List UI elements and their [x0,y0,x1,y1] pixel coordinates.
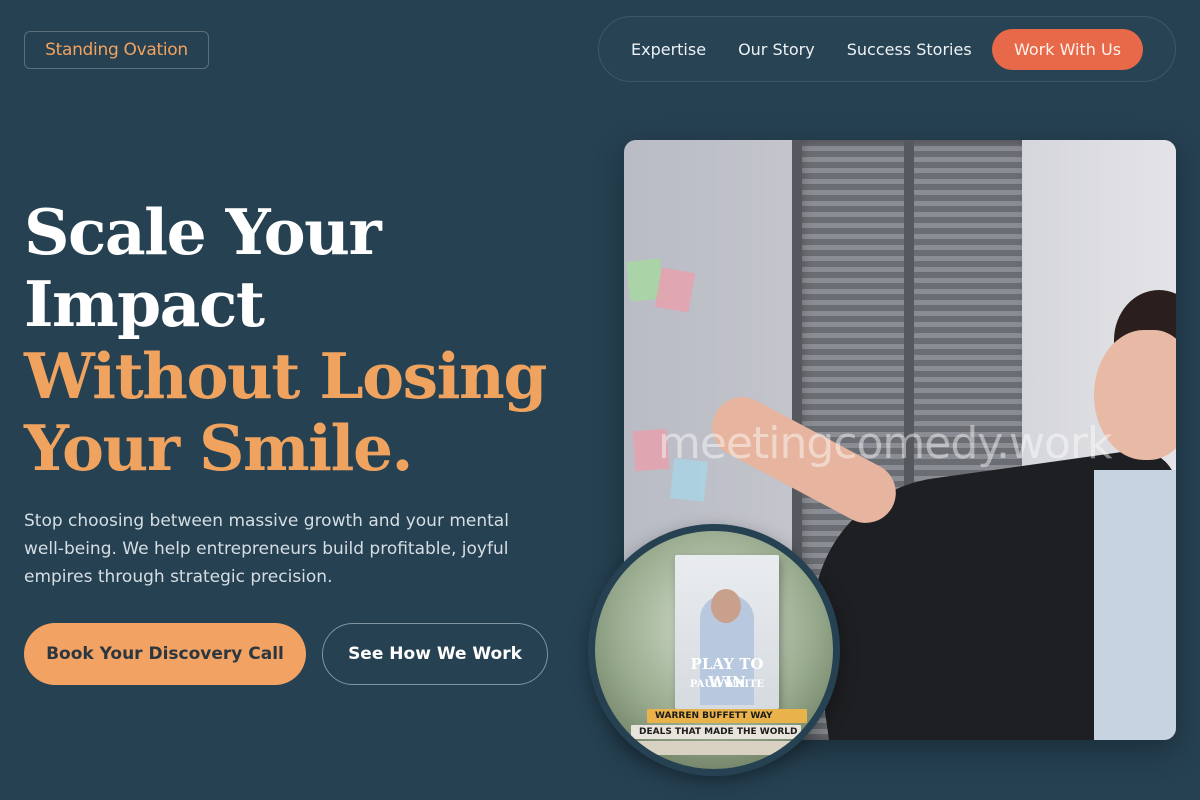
hero-subtext: Stop choosing between massive growth and… [24,511,509,587]
book-stack-item: WARREN BUFFETT WAY [647,709,807,723]
book-cover-face [711,589,741,623]
book-stack-item [635,741,807,755]
watermark-text: meetingcomedy.work [658,418,1112,469]
book-inset-image: PLAY TO WIN PAUL WHITE WARREN BUFFETT WA… [588,524,840,776]
brand-logo[interactable]: Standing Ovation [24,31,209,69]
work-with-us-button[interactable]: Work With Us [992,29,1143,70]
sticky-note [654,267,696,313]
hero-headline: Scale Your Impact Without Losing Your Sm… [24,196,584,484]
see-how-we-work-button[interactable]: See How We Work [322,623,548,685]
person-shirt [1094,470,1176,740]
landing-page: Standing Ovation Expertise Our Story Suc… [0,0,1200,800]
headline-line-1: Scale Your [24,195,382,269]
main-nav: Expertise Our Story Success Stories Work… [598,16,1176,82]
nav-link-expertise[interactable]: Expertise [631,40,706,59]
book-stack-item: DEALS THAT MADE THE WORLD [631,725,801,739]
book-cover: PLAY TO WIN PAUL WHITE [675,555,779,709]
nav-link-our-story[interactable]: Our Story [738,40,815,59]
headline-line-4: Your Smile. [24,411,414,485]
nav-link-success-stories[interactable]: Success Stories [847,40,972,59]
brand-logo-text: Standing Ovation [45,40,188,60]
book-author: PAUL WHITE [689,679,765,690]
book-discovery-call-button[interactable]: Book Your Discovery Call [24,623,306,685]
headline-line-3: Without Losing [24,339,547,413]
headline-line-2: Impact [24,267,265,341]
